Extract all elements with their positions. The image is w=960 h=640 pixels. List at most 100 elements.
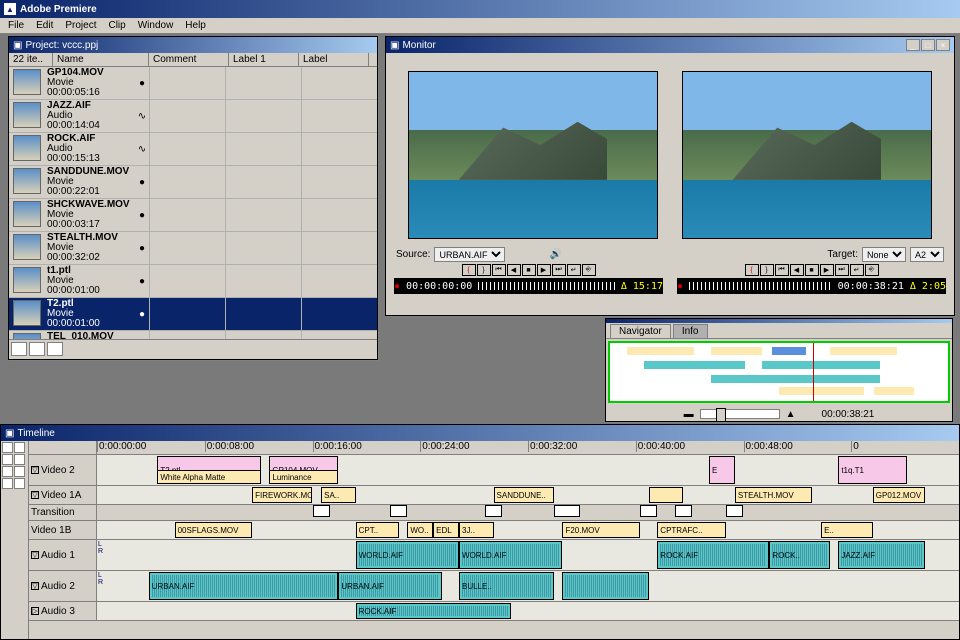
tab-navigator[interactable]: Navigator xyxy=(610,324,671,338)
timeline-clip[interactable]: JAZZ.AIF xyxy=(838,541,924,569)
timeline-clip[interactable] xyxy=(640,505,657,517)
menu-window[interactable]: Window xyxy=(132,20,180,31)
timeline-clip[interactable]: E xyxy=(709,456,735,484)
project-panel-title[interactable]: ▣Project: vccc.ppj xyxy=(9,37,377,53)
transport-button[interactable]: ⏮ xyxy=(775,264,789,276)
project-item[interactable]: SANDDUNE.MOVMovie00:00:22:01● xyxy=(9,166,377,199)
lane-audio-2[interactable]: LRURBAN.AIFURBAN.AIFBULLE.. xyxy=(97,571,959,601)
source-select[interactable]: URBAN.AIF xyxy=(434,247,505,262)
timeline-clip[interactable]: 00SFLAGS.MOV xyxy=(175,522,253,538)
timeline-clip[interactable]: WORLD.AIF xyxy=(356,541,459,569)
project-item[interactable]: t1.ptlMovie00:00:01:00● xyxy=(9,265,377,298)
timeline-clip[interactable]: t1q.T1 xyxy=(838,456,907,484)
speaker-icon[interactable]: 🔊 xyxy=(549,249,561,260)
timeline-clip[interactable]: F20.MOV xyxy=(562,522,640,538)
timeline-clip[interactable]: STEALTH.MOV xyxy=(735,487,813,503)
transport-button[interactable]: ⏭ xyxy=(552,264,566,276)
project-item[interactable]: TEL_010.MOVMovie00:00:10:00● xyxy=(9,331,377,339)
transport-button[interactable]: ▶ xyxy=(537,264,551,276)
timeline-clip[interactable] xyxy=(675,505,692,517)
timeline-title[interactable]: ▣Timeline xyxy=(1,425,959,441)
tab-info[interactable]: Info xyxy=(673,324,708,338)
lane-video-1b[interactable]: 00SFLAGS.MOVCPT..WO..EDL3J..F20.MOVCPTRA… xyxy=(97,521,959,539)
timeline-tool[interactable] xyxy=(2,466,13,477)
timeline-clip[interactable]: FIREWORK.MOV xyxy=(252,487,312,503)
view-thumb-button[interactable] xyxy=(47,342,63,356)
col-label1[interactable]: Label 1 xyxy=(229,53,299,66)
collapse-icon[interactable]: ▽ xyxy=(31,491,39,499)
transport-button[interactable]: ◀ xyxy=(790,264,804,276)
target-track-select[interactable]: A2 xyxy=(910,247,944,262)
source-scrubber[interactable] xyxy=(478,282,615,290)
timeline-tool[interactable] xyxy=(14,478,25,489)
transport-button[interactable]: ◀ xyxy=(507,264,521,276)
menu-project[interactable]: Project xyxy=(59,20,102,31)
menu-edit[interactable]: Edit xyxy=(30,20,59,31)
timeline-clip[interactable]: GP012.MOV xyxy=(873,487,925,503)
lane-transition[interactable] xyxy=(97,505,959,517)
transport-button[interactable]: } xyxy=(477,264,491,276)
lane-video-1a[interactable]: FIREWORK.MOV SA.. SANDDUNE.. STEALTH.MOV GP0… xyxy=(97,486,959,504)
timeline-tool[interactable] xyxy=(2,454,13,465)
maximize-button[interactable]: □ xyxy=(921,39,935,51)
timeline-clip[interactable]: SA.. xyxy=(321,487,355,503)
transport-button[interactable]: ■ xyxy=(805,264,819,276)
source-preview[interactable] xyxy=(408,71,658,239)
target-select[interactable]: None xyxy=(862,247,906,262)
lane-audio-1[interactable]: LRWORLD.AIFWORLD.AIFROCK.AIFROCK..JAZZ.A… xyxy=(97,540,959,570)
timeline-tool[interactable] xyxy=(2,478,13,489)
timeline-clip[interactable]: E.. xyxy=(821,522,873,538)
menu-clip[interactable]: Clip xyxy=(102,20,131,31)
timeline-clip[interactable]: EDL xyxy=(433,522,459,538)
rec-icon[interactable]: ● xyxy=(677,281,683,292)
zoom-in-button[interactable]: ▲ xyxy=(786,409,796,420)
transport-button[interactable]: { xyxy=(745,264,759,276)
timeline-clip[interactable] xyxy=(390,505,407,517)
transport-button[interactable]: { xyxy=(462,264,476,276)
timeline-clip[interactable]: WORLD.AIF xyxy=(459,541,562,569)
timeline-clip[interactable]: WO.. xyxy=(407,522,433,538)
close-button[interactable]: × xyxy=(936,39,950,51)
program-preview[interactable] xyxy=(682,71,932,239)
lane-audio-3[interactable]: ROCK.AIF xyxy=(97,602,959,620)
expand-icon[interactable]: ▷ xyxy=(31,607,39,615)
timeline-clip[interactable]: White Alpha Matte xyxy=(157,470,260,484)
transport-button[interactable]: ▶ xyxy=(820,264,834,276)
project-item[interactable]: T2.ptlMovie00:00:01:00● xyxy=(9,298,377,331)
timeline-clip[interactable] xyxy=(649,487,683,503)
col-name[interactable]: Name xyxy=(53,53,149,66)
project-item[interactable]: STEALTH.MOVMovie00:00:32:02● xyxy=(9,232,377,265)
timeline-tool[interactable] xyxy=(14,454,25,465)
transport-button[interactable]: } xyxy=(760,264,774,276)
timeline-clip[interactable] xyxy=(554,505,580,517)
timeline-clip[interactable]: CPT.. xyxy=(356,522,399,538)
collapse-icon[interactable]: ▽ xyxy=(31,551,39,559)
timeline-clip[interactable] xyxy=(726,505,743,517)
timeline-tool[interactable] xyxy=(2,442,13,453)
menu-file[interactable]: File xyxy=(2,20,30,31)
timeline-clip[interactable]: SANDDUNE.. xyxy=(494,487,554,503)
zoom-slider[interactable] xyxy=(700,409,780,419)
timeline-clip[interactable]: BULLE.. xyxy=(459,572,554,600)
collapse-icon[interactable]: ▽ xyxy=(31,582,39,590)
project-item[interactable]: ROCK.AIFAudio00:00:15:13∿ xyxy=(9,133,377,166)
transport-button[interactable]: ↵ xyxy=(850,264,864,276)
timeline-clip[interactable]: ROCK.. xyxy=(769,541,829,569)
timeline-clip[interactable]: ROCK.AIF xyxy=(356,603,511,619)
transport-button[interactable]: ■ xyxy=(522,264,536,276)
timeline-clip[interactable] xyxy=(313,505,330,517)
zoom-out-button[interactable]: ▬ xyxy=(684,409,694,420)
program-scrubber[interactable] xyxy=(689,282,832,290)
col-label[interactable]: Label xyxy=(299,53,369,66)
transport-button[interactable]: ⏮ xyxy=(492,264,506,276)
timeline-ruler[interactable]: 0:00:00:000:00:08:000:00:16:000:00:24:00… xyxy=(29,441,959,455)
menu-help[interactable]: Help xyxy=(179,20,212,31)
rec-icon[interactable]: ● xyxy=(394,281,400,292)
transport-button[interactable]: ⎆ xyxy=(582,264,596,276)
transport-button[interactable]: ↵ xyxy=(567,264,581,276)
col-comment[interactable]: Comment xyxy=(149,53,229,66)
timeline-tool[interactable] xyxy=(14,466,25,477)
minimize-button[interactable]: _ xyxy=(906,39,920,51)
project-item[interactable]: JAZZ.AIFAudio00:00:14:04∿ xyxy=(9,100,377,133)
monitor-title[interactable]: ▣Monitor _ □ × xyxy=(386,37,954,53)
